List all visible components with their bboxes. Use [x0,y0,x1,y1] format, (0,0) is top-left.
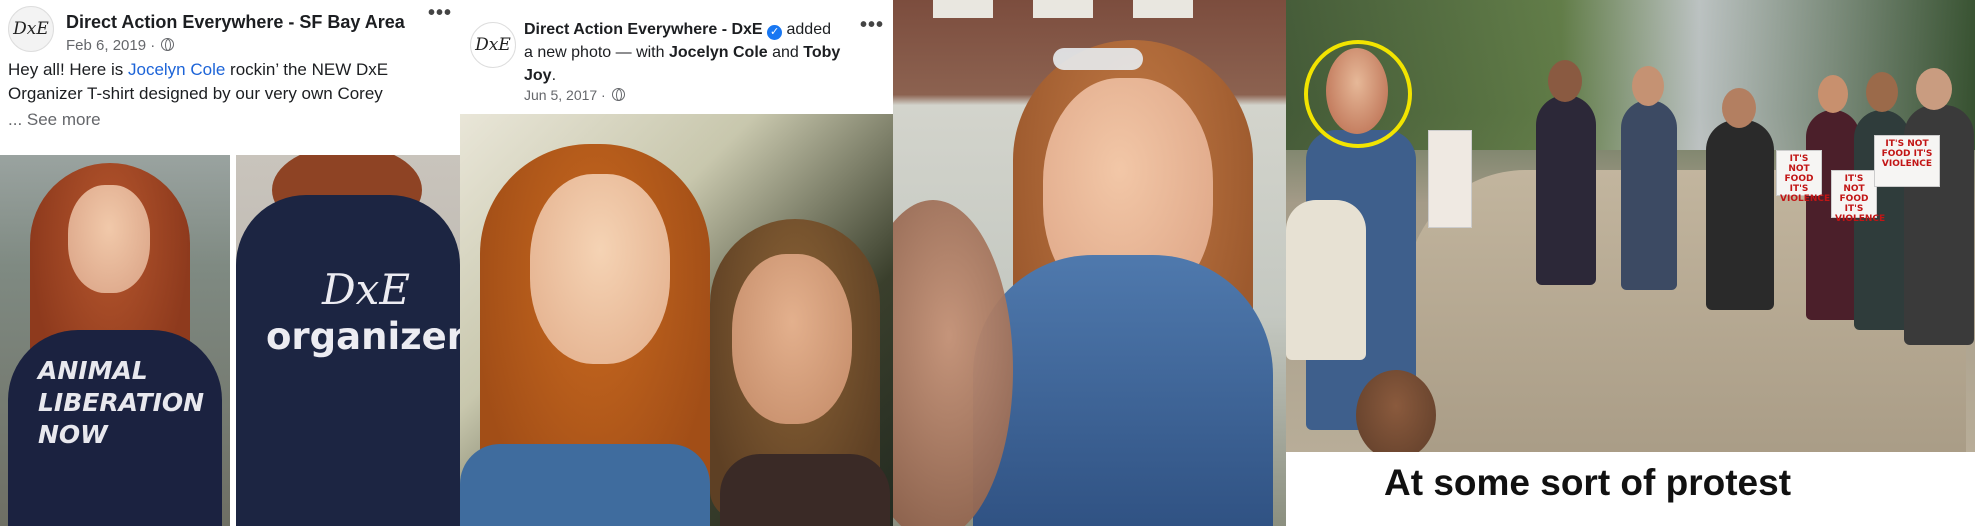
person-standing [1536,95,1596,285]
held-photo-sign [1428,130,1472,228]
person-head [1916,68,1952,110]
tagged-person-link[interactable]: Jocelyn Cole [128,60,225,79]
background-window [1033,0,1093,18]
tote-bag [1286,200,1366,360]
foreground-head [1356,370,1436,452]
more-options-icon[interactable]: ••• [860,14,884,37]
tshirt-back-photo[interactable]: DxE organizer [236,155,460,526]
facebook-post-dxe: DxE Direct Action Everywhere - DxE ✓ add… [460,0,893,526]
and-text: and [767,44,804,61]
post-text-before: Hey all! Here is [8,60,128,79]
person-head [1722,88,1756,128]
more-options-icon[interactable]: ••• [428,2,452,25]
person-head [1548,60,1582,102]
shirt-back-text: organizer [266,315,460,358]
denim-jacket [460,444,710,526]
person-standing [1706,120,1774,310]
post-header: DxE Direct Action Everywhere - SF Bay Ar… [8,6,460,54]
post-date[interactable]: Feb 6, 2019 · [66,37,155,54]
see-more-link[interactable]: ... See more [8,110,101,130]
post-date[interactable]: Jun 5, 2017 · [524,87,606,103]
post-timestamp[interactable]: Jun 5, 2017 · [524,87,625,103]
globe-icon [611,88,625,101]
tshirt-back [236,195,460,526]
person-standing [1621,100,1677,290]
shirt-front-print: ANIMAL LIBERATION NOW [38,356,205,449]
page-name-link[interactable]: Direct Action Everywhere - DxE [524,21,763,38]
period-text: . [551,67,557,84]
person-shirt [720,454,890,526]
protest-sign: IT'S NOT FOOD IT'S VIOLENCE [1776,150,1830,204]
protest-sign: IT'S NOT FOOD IT'S VIOLENCE [1874,135,1940,187]
page-avatar[interactable]: DxE [8,6,54,52]
globe-icon [161,38,175,51]
post-header-text: Direct Action Everywhere - DxE ✓ added a… [524,18,844,87]
tshirt-front-photo[interactable]: ANIMAL LIBERATION NOW [0,155,230,526]
tagged-person-link[interactable]: Jocelyn Cole [669,44,768,61]
page-avatar[interactable]: DxE [470,22,516,68]
protest-photo: IT'S NOT FOOD IT'S VIOLENCE IT'S NOT FOO… [1286,0,1975,452]
shirt-back-logo: DxE [322,265,411,314]
page-name-link[interactable]: Direct Action Everywhere - SF Bay Area [66,12,405,33]
protest-sign: IT'S NOT FOOD IT'S VIOLENCE [1831,170,1885,224]
verified-badge-icon: ✓ [767,25,783,40]
background-window [1133,0,1193,18]
denim-jacket [973,255,1273,526]
post-body-text: Hey all! Here is Jocelyn Cole rockin’ th… [8,58,448,106]
protest-caption: At some sort of protest [1384,462,1792,503]
person-head [1632,66,1664,106]
highlight-circle [1304,40,1412,148]
person-face [68,185,150,293]
person-head [1866,72,1898,112]
protest-panel: IT'S NOT FOOD IT'S VIOLENCE IT'S NOT FOO… [1286,0,1975,526]
person-face [732,254,852,424]
sunglasses-on-head [1053,48,1143,70]
post-timestamp[interactable]: Feb 6, 2019 · [66,37,175,54]
person-head [1818,75,1848,113]
person-face [530,174,670,364]
closeup-photo [893,0,1286,526]
foreground-blurred-face [893,200,1013,526]
facebook-post-sf-bay-area: DxE Direct Action Everywhere - SF Bay Ar… [0,0,460,526]
background-window [933,0,993,18]
selfie-photo[interactable] [460,114,893,526]
